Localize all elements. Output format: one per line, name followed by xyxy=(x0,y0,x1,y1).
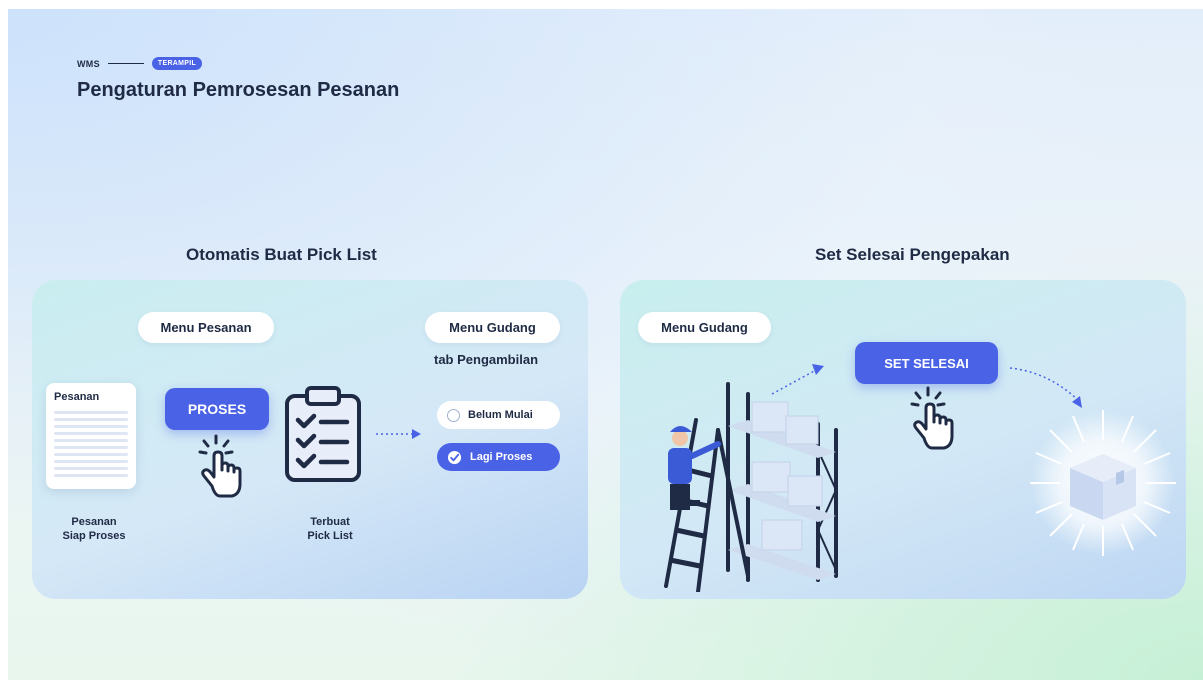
page-title: Pengaturan Pemrosesan Pesanan xyxy=(77,79,400,101)
menu-pesanan-pill[interactable]: Menu Pesanan xyxy=(138,312,274,343)
menu-gudang-pill[interactable]: Menu Gudang xyxy=(425,312,560,343)
caption-line-1: Pesanan xyxy=(71,516,117,528)
breadcrumb-divider xyxy=(107,62,144,65)
tap-hand-icon xyxy=(910,386,954,450)
set-selesai-button[interactable]: SET SELESAI xyxy=(855,342,998,384)
status-belum-mulai[interactable]: Belum Mulai xyxy=(437,401,560,429)
warehouse-worker-illustration xyxy=(664,382,838,592)
caption-line-1: Terbuat xyxy=(310,516,350,528)
order-document: Pesanan xyxy=(46,383,136,489)
document-title: Pesanan xyxy=(54,391,100,403)
packed-box-icon xyxy=(1030,410,1176,556)
breadcrumb: WMS TERAMPIL xyxy=(77,57,203,70)
slide-canvas: WMS TERAMPIL Pengaturan Pemrosesan Pesan… xyxy=(8,9,1203,680)
tap-hand-icon xyxy=(198,434,242,498)
breadcrumb-root: WMS xyxy=(77,58,100,69)
left-section-title: Otomatis Buat Pick List xyxy=(186,245,377,264)
right-section-title: Set Selesai Pengepakan xyxy=(815,245,1010,264)
pick-list-panel: Menu Pesanan Menu Gudang tab Pengambilan… xyxy=(32,280,588,599)
status-label: Belum Mulai xyxy=(468,409,533,421)
caption-line-2: Siap Proses xyxy=(62,530,126,542)
packing-panel: Menu Gudang SET SELESAI xyxy=(620,280,1186,599)
proses-button[interactable]: PROSES xyxy=(165,388,269,430)
status-label: Lagi Proses xyxy=(470,451,533,463)
menu-gudang-pill[interactable]: Menu Gudang xyxy=(638,312,771,343)
picklist-caption: Terbuat Pick List xyxy=(290,515,370,543)
level-badge: TERAMPIL xyxy=(151,57,203,70)
tab-pengambilan-label: tab Pengambilan xyxy=(434,352,539,367)
check-circle-icon xyxy=(447,450,462,464)
arrow-right-icon xyxy=(376,429,421,439)
clipboard-checklist-icon xyxy=(285,386,361,482)
status-lagi-proses[interactable]: Lagi Proses xyxy=(437,443,560,471)
caption-line-2: Pick List xyxy=(307,530,353,542)
arrow-down-right-icon xyxy=(1009,367,1082,408)
document-caption: Pesanan Siap Proses xyxy=(54,515,134,543)
arrow-up-right-icon xyxy=(771,364,824,395)
radio-icon xyxy=(447,408,460,422)
